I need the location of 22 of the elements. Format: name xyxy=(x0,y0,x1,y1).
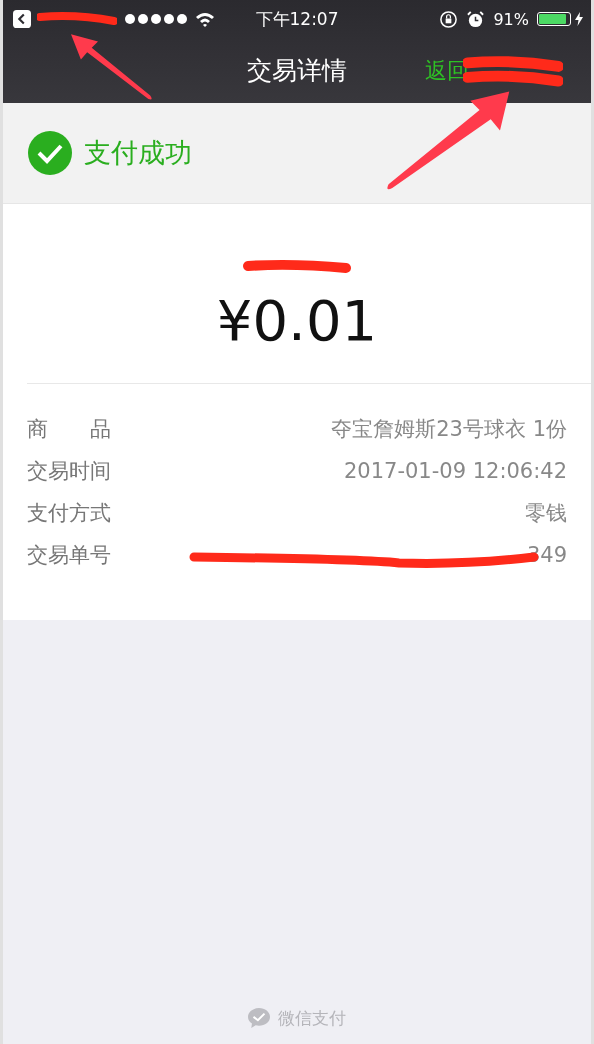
detail-label: 商 品 xyxy=(27,416,111,443)
battery-icon xyxy=(537,12,571,26)
rotation-lock-icon xyxy=(439,9,459,29)
success-text: 支付成功 xyxy=(84,136,192,170)
alarm-icon xyxy=(466,9,486,29)
back-icon[interactable] xyxy=(13,10,31,28)
detail-label: 支付方式 xyxy=(27,500,111,527)
wifi-icon xyxy=(195,11,215,27)
page-title: 交易详情 xyxy=(247,55,347,87)
battery-percent: 91% xyxy=(493,9,529,29)
detail-value: 2017-01-09 12:06:42 xyxy=(343,459,567,483)
detail-label: 交易时间 xyxy=(27,458,111,485)
detail-value: 夺宝詹姆斯23号球衣 1份 xyxy=(331,416,567,443)
status-time: 下午12:07 xyxy=(255,7,339,31)
brand-text: 微信支付 xyxy=(278,1006,346,1030)
detail-value: 零钱 xyxy=(525,500,567,527)
payment-amount: ¥0.01 xyxy=(215,287,379,355)
charging-icon xyxy=(575,12,583,26)
signal-icon xyxy=(125,14,187,24)
chat-check-icon xyxy=(248,1008,270,1028)
success-check-icon xyxy=(28,131,72,175)
detail-label: 交易单号 xyxy=(27,542,111,569)
